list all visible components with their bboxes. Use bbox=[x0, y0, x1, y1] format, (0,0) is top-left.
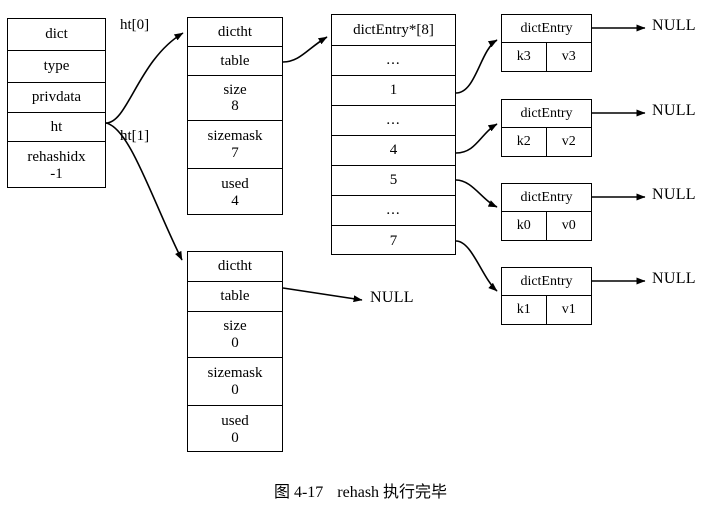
dictht0-field-used-value: 4 bbox=[231, 192, 239, 209]
hash-table-array: dictEntry*[8] ... 1 ... 4 5 ... 7 bbox=[331, 14, 456, 255]
dictht0-field-sizemask-value: 7 bbox=[231, 144, 239, 161]
dict-field-rehashidx-value: -1 bbox=[50, 165, 63, 182]
null-label-entry3: NULL bbox=[652, 270, 696, 287]
null-label-entry1: NULL bbox=[652, 102, 696, 119]
dict-entry-k3-kv: k3 v3 bbox=[502, 43, 591, 71]
dictht1-field-used-value: 0 bbox=[231, 429, 239, 446]
dict-entry-k3-key: k3 bbox=[502, 43, 547, 71]
hash-table-slot-4: 4 bbox=[332, 136, 455, 166]
dict-entry-k3-value: v3 bbox=[561, 49, 576, 64]
wire-ht0 bbox=[105, 32, 184, 124]
dictht1-field-sizemask: sizemask 0 bbox=[188, 358, 282, 406]
dictht0-field-table: table bbox=[188, 47, 282, 76]
dictht1-field-used: used 0 bbox=[188, 406, 282, 453]
hash-table-slot-2: ... bbox=[332, 106, 455, 136]
dict-field-ht: ht bbox=[8, 113, 105, 142]
wire-dictht1-table-to-null bbox=[282, 287, 363, 303]
dict-entry-k2: dictEntry k2 v2 bbox=[501, 99, 592, 157]
hash-table-slot-5: 5 bbox=[332, 166, 455, 196]
dictht0-field-used: used 4 bbox=[188, 169, 282, 216]
wire-slot5-to-entry2 bbox=[455, 179, 498, 208]
dictht1-title-text: dictht bbox=[217, 258, 253, 275]
dict-field-type-name: type bbox=[43, 58, 70, 75]
dictht1-field-size-value: 0 bbox=[231, 334, 239, 351]
dictht0-title-text: dictht bbox=[217, 23, 253, 40]
dict-entry-k1-key: k1 bbox=[502, 296, 547, 324]
dict-entry-k0-value: v0 bbox=[561, 218, 576, 233]
hash-table-slot-6-label: ... bbox=[386, 202, 401, 219]
hash-table-slot-7-label: 7 bbox=[389, 232, 398, 249]
dict-struct: dict type privdata ht rehashidx -1 bbox=[7, 18, 106, 188]
dict-entry-k1-value: v1 bbox=[561, 302, 576, 317]
ht1-pointer-label: ht[1] bbox=[120, 128, 150, 144]
null-label-entry2: NULL bbox=[652, 186, 696, 203]
hash-table-slot-2-label: ... bbox=[386, 112, 401, 129]
dict-entry-k2-kv: k2 v2 bbox=[502, 128, 591, 156]
dict-entry-k2-title: dictEntry bbox=[502, 100, 591, 128]
figure-caption-text: rehash 执行完毕 bbox=[337, 484, 448, 501]
dictht0-field-sizemask: sizemask 7 bbox=[188, 121, 282, 169]
dictht1-field-sizemask-name: sizemask bbox=[207, 365, 263, 382]
hash-table-slot-0-label: ... bbox=[386, 52, 401, 69]
dictht0-field-size-name: size bbox=[223, 81, 247, 98]
dictht0-field-used-name: used bbox=[221, 176, 249, 193]
wire-slot1-to-entry0 bbox=[455, 39, 498, 94]
dict-entry-k0-title: dictEntry bbox=[502, 184, 591, 212]
dict-entry-k0-key: k0 bbox=[502, 212, 547, 240]
dict-entry-k1-kv: k1 v1 bbox=[502, 296, 591, 324]
dict-entry-k3-title: dictEntry bbox=[502, 15, 591, 43]
dictht0-field-size-value: 8 bbox=[231, 98, 239, 114]
figure-number: 图 4-17 bbox=[273, 484, 324, 501]
dictht0-field-sizemask-name: sizemask bbox=[207, 128, 263, 145]
null-label-entry0: NULL bbox=[652, 17, 696, 34]
dict-entry-k2-key: k2 bbox=[502, 128, 547, 156]
dictht1-field-size: size 0 bbox=[188, 312, 282, 358]
dict-entry-k0: dictEntry k0 v0 bbox=[501, 183, 592, 241]
dict-struct-title: dict bbox=[8, 19, 105, 51]
hash-table-slot-4-label: 4 bbox=[389, 142, 398, 159]
wire-slot4-to-entry1 bbox=[455, 123, 498, 154]
dictht1-struct: dictht table size 0 sizemask 0 used 0 bbox=[187, 251, 283, 452]
dict-field-ht-name: ht bbox=[50, 118, 63, 135]
dictht0-field-table-name: table bbox=[220, 52, 250, 69]
hash-table-slot-1: 1 bbox=[332, 76, 455, 106]
hash-table-slot-1-label: 1 bbox=[389, 82, 398, 99]
dictht0-title: dictht bbox=[188, 18, 282, 47]
diagram-canvas: dict type privdata ht rehashidx -1 ht[0]… bbox=[0, 0, 721, 517]
dict-entry-k0-kv: k0 v0 bbox=[502, 212, 591, 240]
hash-table-slot-0: ... bbox=[332, 46, 455, 76]
dictht1-field-table-name: table bbox=[220, 288, 250, 305]
ht0-pointer-label: ht[0] bbox=[120, 17, 150, 33]
dict-field-privdata: privdata bbox=[8, 83, 105, 113]
wire-table-to-array bbox=[282, 36, 328, 63]
dict-entry-k1-title: dictEntry bbox=[502, 268, 591, 296]
dict-field-type: type bbox=[8, 51, 105, 83]
dictht1-field-used-name: used bbox=[221, 413, 249, 430]
dictht0-field-size: size 8 bbox=[188, 76, 282, 121]
dictht1-field-table: table bbox=[188, 282, 282, 312]
dict-field-rehashidx: rehashidx -1 bbox=[8, 142, 105, 189]
hash-table-array-title-text: dictEntry*[8] bbox=[353, 21, 434, 38]
dictht1-title: dictht bbox=[188, 252, 282, 282]
hash-table-slot-5-label: 5 bbox=[389, 172, 398, 189]
dict-field-rehashidx-name: rehashidx bbox=[27, 149, 86, 166]
dictht0-struct: dictht table size 8 sizemask 7 used 4 bbox=[187, 17, 283, 215]
wire-slot7-to-entry3 bbox=[455, 240, 498, 292]
dict-title-text: dict bbox=[45, 26, 68, 43]
hash-table-slot-6: ... bbox=[332, 196, 455, 226]
dict-entry-k3: dictEntry k3 v3 bbox=[501, 14, 592, 72]
dict-field-privdata-name: privdata bbox=[31, 89, 82, 106]
dictht1-field-sizemask-value: 0 bbox=[231, 381, 239, 398]
dict-entry-k1: dictEntry k1 v1 bbox=[501, 267, 592, 325]
dictht1-field-size-name: size bbox=[223, 318, 247, 335]
hash-table-array-title: dictEntry*[8] bbox=[332, 15, 455, 46]
figure-caption: 图 4-17 rehash 执行完毕 bbox=[0, 478, 721, 502]
hash-table-slot-7: 7 bbox=[332, 226, 455, 256]
dict-entry-k2-value: v2 bbox=[561, 134, 576, 149]
null-label-dictht1-table: NULL bbox=[370, 289, 414, 306]
